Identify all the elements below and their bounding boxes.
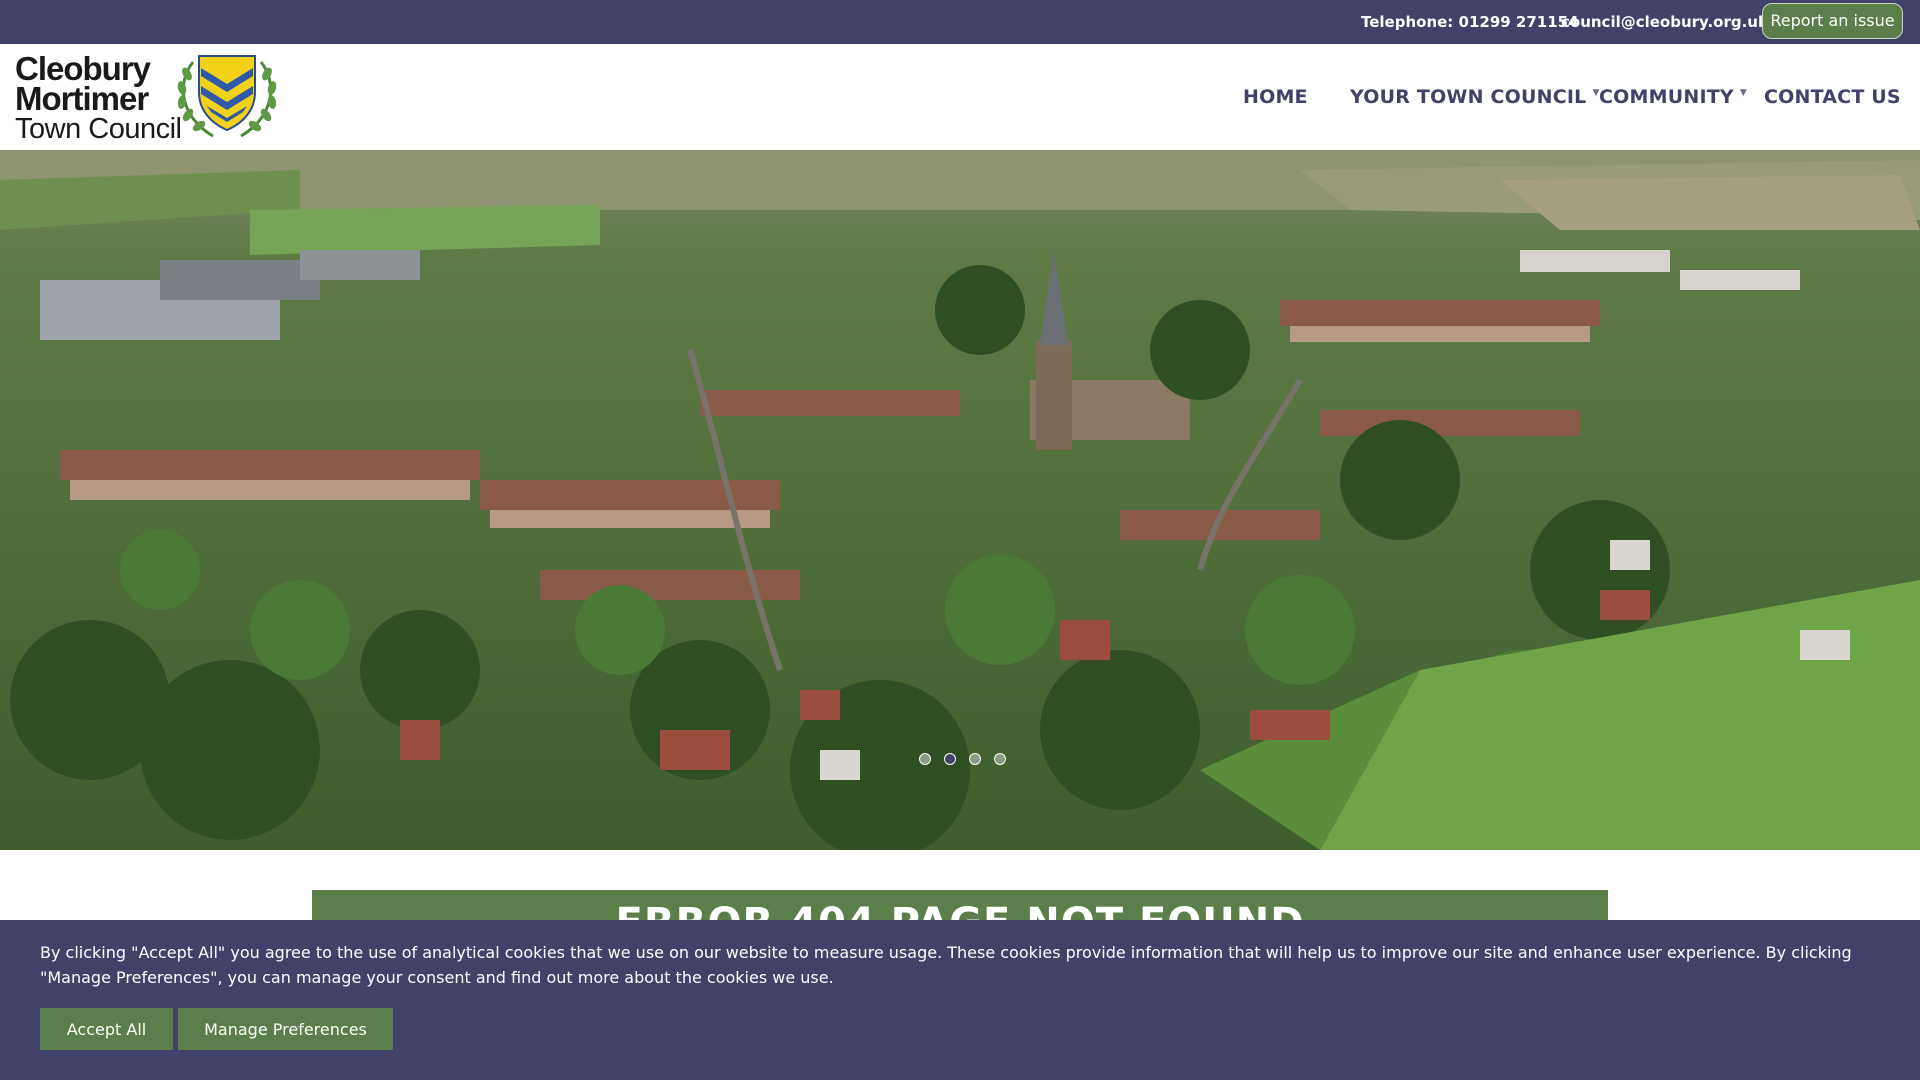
telephone-text[interactable]: Telephone: 01299 271154 bbox=[1361, 13, 1579, 31]
site-header: Cleobury Mortimer Town Council HOME YOUR… bbox=[0, 44, 1920, 150]
nav-your-town-council-label: YOUR TOWN COUNCIL bbox=[1350, 86, 1587, 108]
nav-home-label: HOME bbox=[1243, 86, 1308, 108]
slide-dot-2[interactable] bbox=[944, 753, 956, 765]
slide-dot-1[interactable] bbox=[919, 753, 931, 765]
slide-dot-4[interactable] bbox=[994, 753, 1006, 765]
nav-home[interactable]: HOME bbox=[1243, 86, 1308, 108]
email-link[interactable]: council@cleobury.org.uk bbox=[1561, 13, 1768, 31]
logo-line-3: Town Council bbox=[15, 113, 182, 145]
chevron-down-icon: ▼ bbox=[1739, 88, 1747, 98]
crest-logo-icon[interactable] bbox=[173, 50, 281, 144]
report-issue-button[interactable]: Report an issue bbox=[1762, 3, 1903, 39]
logo-line-2: Mortimer bbox=[15, 80, 149, 117]
site-logo-text[interactable]: Cleobury Mortimer Town Council bbox=[15, 52, 182, 145]
top-utility-bar: Telephone: 01299 271154 council@cleobury… bbox=[0, 0, 1920, 44]
hero-aerial-town-image bbox=[0, 150, 1920, 850]
manage-preferences-button[interactable]: Manage Preferences bbox=[178, 1008, 393, 1050]
slide-dot-3[interactable] bbox=[969, 753, 981, 765]
nav-contact-us[interactable]: CONTACT US bbox=[1764, 86, 1901, 108]
accept-all-button[interactable]: Accept All bbox=[40, 1008, 173, 1050]
nav-your-town-council[interactable]: YOUR TOWN COUNCIL ▼ bbox=[1350, 86, 1600, 108]
nav-community-label: COMMUNITY bbox=[1599, 86, 1734, 108]
cookie-banner: By clicking "Accept All" you agree to th… bbox=[0, 920, 1920, 1080]
hero-slideshow bbox=[0, 150, 1920, 850]
cookie-banner-text: By clicking "Accept All" you agree to th… bbox=[40, 943, 1852, 987]
nav-contact-us-label: CONTACT US bbox=[1764, 86, 1901, 108]
nav-community[interactable]: COMMUNITY ▼ bbox=[1599, 86, 1747, 108]
